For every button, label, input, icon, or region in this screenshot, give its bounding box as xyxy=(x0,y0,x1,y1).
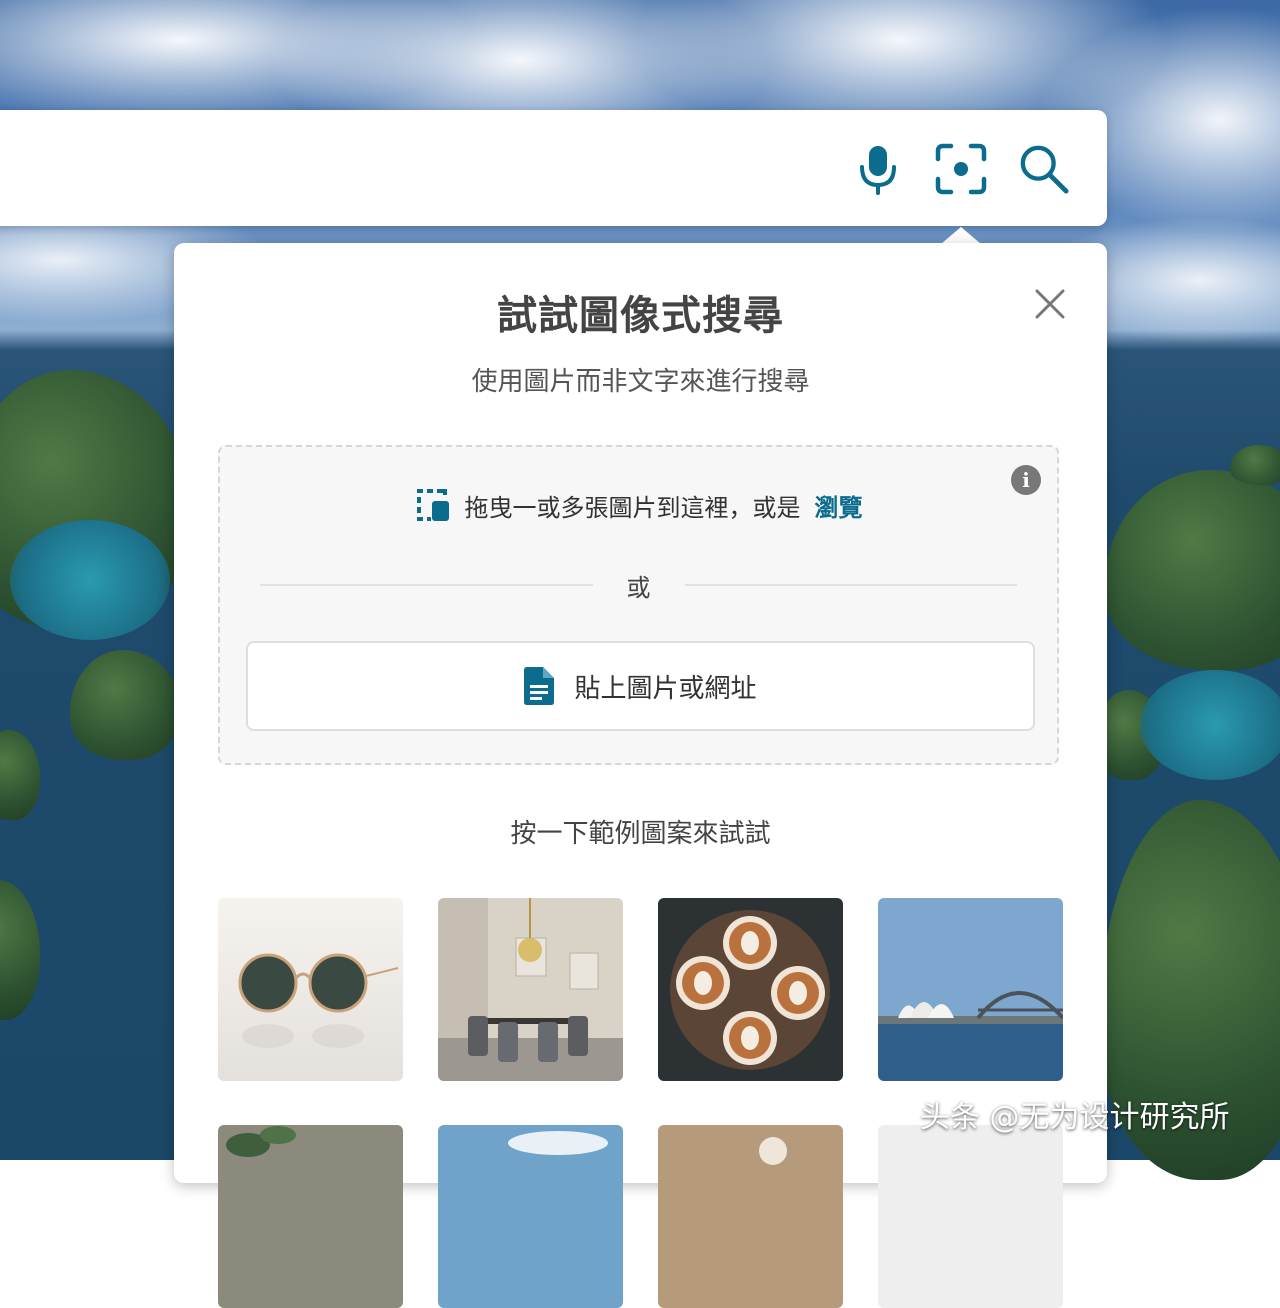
example-image-sky[interactable] xyxy=(438,1125,623,1308)
popup-subtitle: 使用圖片而非文字來進行搜尋 xyxy=(471,367,810,397)
example-image-dandelion[interactable] xyxy=(658,1125,843,1308)
drag-drop-row: 拖曳一或多張圖片到這裡，或是 瀏覽 xyxy=(220,485,1057,525)
examples-title: 按一下範例圖案來試試 xyxy=(510,819,771,849)
image-dropzone[interactable]: i 拖曳一或多張圖片到這裡，或是 瀏覽 或 貼上圖片或網址 xyxy=(218,445,1059,765)
watermark: 头条 @无为设计研究所 xyxy=(920,1100,1230,1135)
drag-drop-text: 拖曳一或多張圖片到這裡，或是 xyxy=(464,493,801,522)
close-icon xyxy=(1035,289,1065,319)
paste-label: 貼上圖片或網址 xyxy=(574,673,757,704)
browse-link[interactable]: 瀏覽 xyxy=(815,488,863,523)
close-button[interactable] xyxy=(1029,283,1071,325)
or-divider: 或 xyxy=(260,565,1017,605)
document-icon xyxy=(524,667,555,705)
example-image-sydney-opera-house[interactable] xyxy=(878,898,1063,1081)
microphone-button[interactable] xyxy=(852,143,904,195)
or-label: 或 xyxy=(626,573,651,602)
paste-image-url-button[interactable]: 貼上圖片或網址 xyxy=(246,641,1035,731)
popup-title: 試試圖像式搜尋 xyxy=(497,293,784,339)
visual-search-popup: 試試圖像式搜尋 使用圖片而非文字來進行搜尋 i 拖曳一或多張圖片到這裡，或是 瀏… xyxy=(174,243,1107,1308)
microphone-icon xyxy=(860,146,896,195)
drag-image-icon xyxy=(416,489,449,521)
visual-search-button[interactable] xyxy=(935,143,987,195)
example-image-plant[interactable] xyxy=(218,1125,403,1308)
camera-scan-icon xyxy=(935,143,987,195)
search-bar xyxy=(0,110,1107,226)
search-input[interactable] xyxy=(14,140,818,198)
search-button[interactable] xyxy=(1018,143,1070,195)
example-image-sunglasses[interactable] xyxy=(218,898,403,1081)
example-image-dining-room[interactable] xyxy=(438,898,623,1081)
example-image-latte-art[interactable] xyxy=(658,898,843,1081)
magnifier-icon xyxy=(1020,145,1069,194)
example-image-white[interactable] xyxy=(878,1125,1063,1308)
popup-pointer xyxy=(941,227,981,244)
